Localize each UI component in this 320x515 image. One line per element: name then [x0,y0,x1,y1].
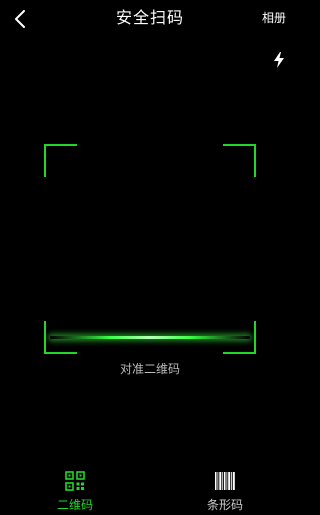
flash-button[interactable] [270,50,288,70]
tab-barcode-label: 条形码 [206,498,243,512]
scan-line [50,336,250,339]
qr-code-icon [65,471,85,491]
scan-frame [44,144,256,354]
flash-icon [274,52,284,68]
barcode-icon [215,472,235,490]
scan-corner-top-right [223,144,256,177]
tab-barcode[interactable]: 条形码 [185,465,265,515]
scan-corner-top-left [44,144,77,177]
album-button[interactable]: 相册 [262,9,286,27]
bottom-tab-bar: 二维码 条形码 [0,465,300,515]
page-title: 安全扫码 [115,8,184,27]
tab-qr-code[interactable]: 二维码 [35,465,115,515]
scan-hint: 对准二维码 [119,362,180,376]
tab-qr-code-label: 二维码 [56,498,93,512]
top-bar: 安全扫码 相册 [0,0,300,40]
